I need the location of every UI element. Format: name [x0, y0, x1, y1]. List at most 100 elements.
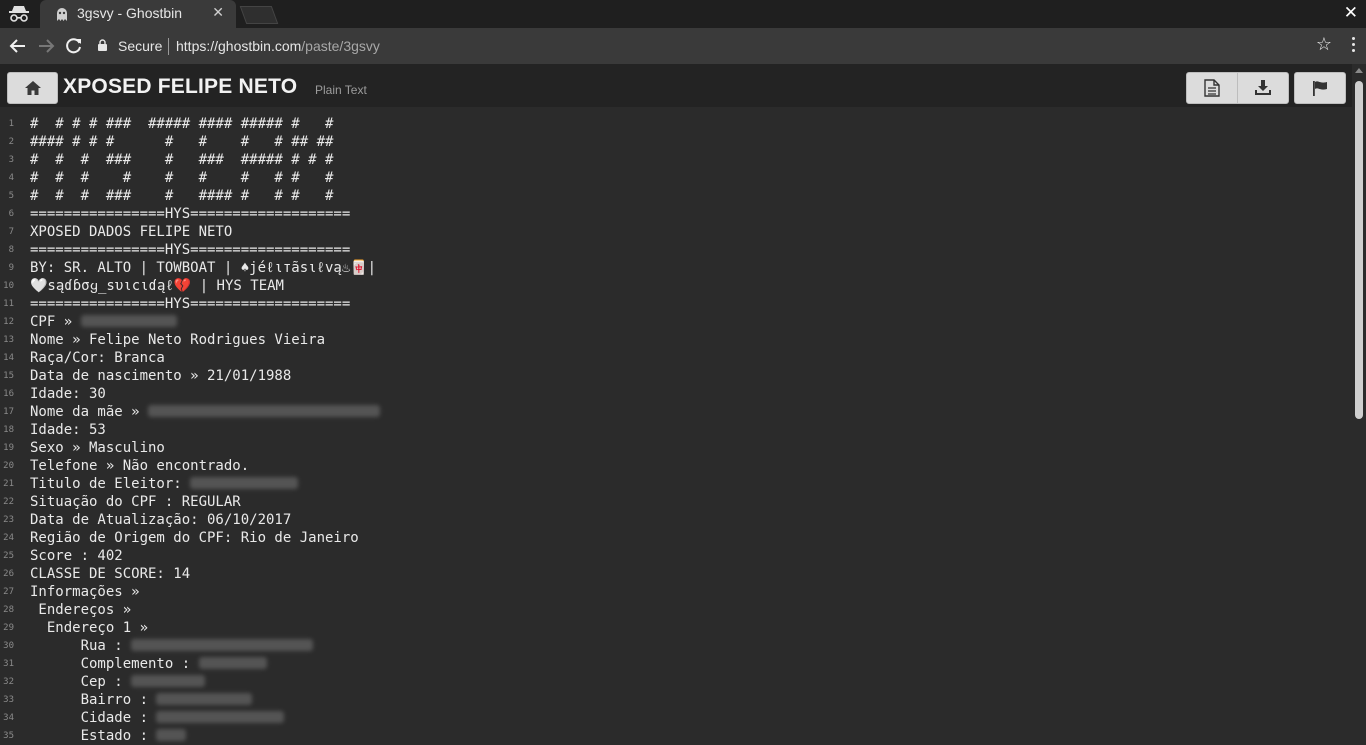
code-line: 3 # # # ### # ### ##### # # # [0, 151, 1352, 169]
line-text: XPOSED DADOS FELIPE NETO [30, 223, 232, 241]
line-text: Bairro : [30, 691, 253, 709]
download-icon [1255, 80, 1271, 95]
line-content: Cep : [30, 674, 132, 690]
line-number: 28 [3, 605, 14, 615]
line-text: Informações » [30, 583, 140, 601]
line-content: # # # ### # ### ##### # # # [30, 152, 334, 168]
code-line: 16 Idade: 30 [0, 385, 1352, 403]
window-close-icon[interactable]: ✕ [1344, 3, 1358, 23]
ghost-icon [57, 8, 67, 21]
line-number: 16 [3, 389, 14, 399]
url-text[interactable]: https://ghostbin.com/paste/3gsvy [176, 38, 380, 54]
line-text: # # # ### # ### ##### # # # [30, 151, 333, 169]
code-line: 7 XPOSED DADOS FELIPE NETO [0, 223, 1352, 241]
line-content: # # # # # # # # # # [30, 170, 334, 186]
home-icon [24, 81, 41, 95]
line-number: 15 [3, 371, 14, 381]
code-line: 24 Região de Origem do CPF: Rio de Janeir… [0, 529, 1352, 547]
line-text: Titulo de Eleitor: [30, 475, 299, 493]
line-number: 25 [3, 551, 14, 561]
home-button[interactable] [7, 72, 58, 104]
line-number: 34 [3, 713, 14, 723]
line-number: 24 [3, 533, 14, 543]
line-content: XPOSED DADOS FELIPE NETO [30, 224, 233, 240]
code-line: 17 Nome da mãe » [0, 403, 1352, 421]
line-content: Telefone » Não encontrado. [30, 458, 250, 474]
report-button[interactable] [1294, 72, 1346, 104]
line-number: 3 [8, 155, 14, 165]
line-text: CLASSE DE SCORE: 14 [30, 565, 190, 583]
line-text: Estado : [30, 727, 187, 745]
line-content: Situação do CPF : REGULAR [30, 494, 241, 510]
code-line: 35 Estado : [0, 727, 1352, 745]
redacted-value [156, 729, 187, 741]
raw-button[interactable] [1186, 72, 1238, 104]
line-content: Região de Origem do CPF: Rio de Janeiro [30, 530, 359, 546]
line-number: 17 [3, 407, 14, 417]
line-content: CLASSE DE SCORE: 14 [30, 566, 191, 582]
line-number: 33 [3, 695, 14, 705]
scroll-up-arrow[interactable] [1355, 68, 1363, 73]
line-text: Raça/Cor: Branca [30, 349, 165, 367]
browser-menu-icon[interactable] [1352, 37, 1356, 55]
line-text: Sexo » Masculino [30, 439, 165, 457]
line-content: CPF » [30, 314, 81, 330]
line-content: # # # ### # #### # # # # [30, 188, 334, 204]
code-line: 34 Cidade : [0, 709, 1352, 727]
line-content: Bairro : [30, 692, 157, 708]
line-content: Raça/Cor: Branca [30, 350, 165, 366]
code-line: 2 #### # # # # # # # ## ## [0, 133, 1352, 151]
line-content: #### # # # # # # # ## ## [30, 134, 334, 150]
line-number: 19 [3, 443, 14, 453]
redacted-value [131, 675, 206, 687]
line-number: 12 [3, 317, 14, 327]
line-text: Rua : [30, 637, 314, 655]
code-line: 29 Endereço 1 » [0, 619, 1352, 637]
line-text: ================HYS=================== [30, 241, 350, 259]
code-line: 31 Complemento : [0, 655, 1352, 673]
forward-icon[interactable] [37, 37, 55, 55]
bookmark-star-icon[interactable]: ☆ [1316, 34, 1332, 55]
lock-icon [98, 39, 107, 51]
line-number: 29 [3, 623, 14, 633]
page-scrollbar[interactable] [1352, 64, 1366, 740]
page-title: XPOSED FELIPE NETO [63, 75, 298, 98]
download-button[interactable] [1237, 72, 1289, 104]
line-text: # # # # # # # # # # [30, 169, 333, 187]
line-text: #### # # # # # # # ## ## [30, 133, 333, 151]
line-text: Telefone » Não encontrado. [30, 457, 249, 475]
line-text: Nome da mãe » [30, 403, 381, 421]
line-text: Score : 402 [30, 547, 123, 565]
line-content: Estado : [30, 728, 157, 744]
line-number: 30 [3, 641, 14, 651]
document-icon [1204, 79, 1220, 97]
line-text: Região de Origem do CPF: Rio de Janeiro [30, 529, 359, 547]
line-content: Titulo de Eleitor: [30, 476, 191, 492]
line-text: Nome » Felipe Neto Rodrigues Vieira [30, 331, 325, 349]
address-bar[interactable]: Secure https://ghostbin.com/paste/3gsvy … [92, 33, 1332, 59]
browser-toolbar: Secure https://ghostbin.com/paste/3gsvy … [0, 28, 1366, 64]
tab-close-icon[interactable]: ✕ [212, 5, 224, 21]
code-line: 12 CPF » [0, 313, 1352, 331]
incognito-icon [9, 6, 29, 22]
line-number: 31 [3, 659, 14, 669]
line-number: 4 [8, 173, 14, 183]
new-tab-button[interactable] [239, 6, 279, 24]
code-line: 23 Data de Atualização: 06/10/2017 [0, 511, 1352, 529]
paste-header: XPOSED FELIPE NETO Plain Text [0, 64, 1352, 107]
reload-icon[interactable] [65, 37, 83, 55]
scroll-thumb[interactable] [1355, 81, 1363, 419]
code-line: 25 Score : 402 [0, 547, 1352, 565]
line-content: Cidade : [30, 710, 157, 726]
line-text: Endereços » [30, 601, 131, 619]
language-label: Plain Text [315, 83, 367, 97]
line-content: Complemento : [30, 656, 199, 672]
code-line: 13 Nome » Felipe Neto Rodrigues Vieira [0, 331, 1352, 349]
line-text: Situação do CPF : REGULAR [30, 493, 241, 511]
secure-label: Secure [118, 38, 163, 54]
browser-tab[interactable]: 3gsvy - Ghostbin ✕ [40, 0, 236, 28]
code-line: 18 Idade: 53 [0, 421, 1352, 439]
back-icon[interactable] [9, 37, 27, 55]
line-content: Rua : [30, 638, 132, 654]
line-text: Cidade : [30, 709, 285, 727]
